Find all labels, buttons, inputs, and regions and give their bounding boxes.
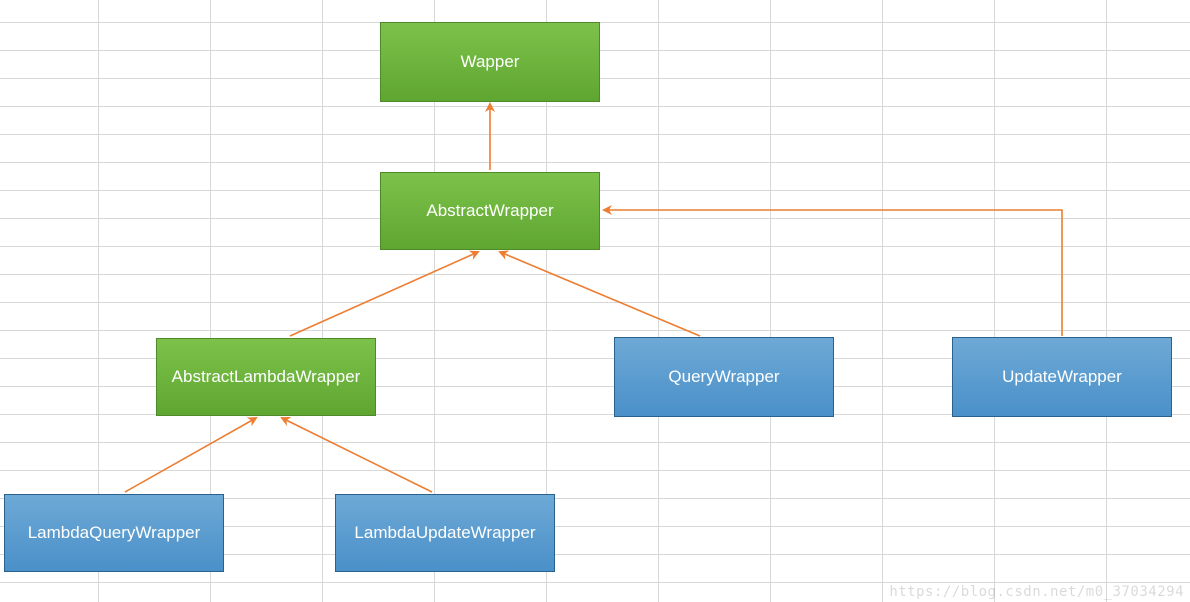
node-label: AbstractWrapper <box>426 201 553 221</box>
node-lambdaupdatewrapper: LambdaUpdateWrapper <box>335 494 555 572</box>
node-label: UpdateWrapper <box>1002 367 1122 387</box>
node-label: QueryWrapper <box>668 367 779 387</box>
node-abstractwrapper: AbstractWrapper <box>380 172 600 250</box>
node-lambdaquerywrapper: LambdaQueryWrapper <box>4 494 224 572</box>
node-wapper: Wapper <box>380 22 600 102</box>
node-querywrapper: QueryWrapper <box>614 337 834 417</box>
node-abstractlambdawrapper: AbstractLambdaWrapper <box>156 338 376 416</box>
node-label: AbstractLambdaWrapper <box>172 367 361 387</box>
node-label: Wapper <box>461 52 520 72</box>
node-label: LambdaQueryWrapper <box>28 523 201 543</box>
node-label: LambdaUpdateWrapper <box>354 523 535 543</box>
diagram-canvas: Wapper AbstractWrapper AbstractLambdaWra… <box>0 0 1190 602</box>
node-updatewrapper: UpdateWrapper <box>952 337 1172 417</box>
